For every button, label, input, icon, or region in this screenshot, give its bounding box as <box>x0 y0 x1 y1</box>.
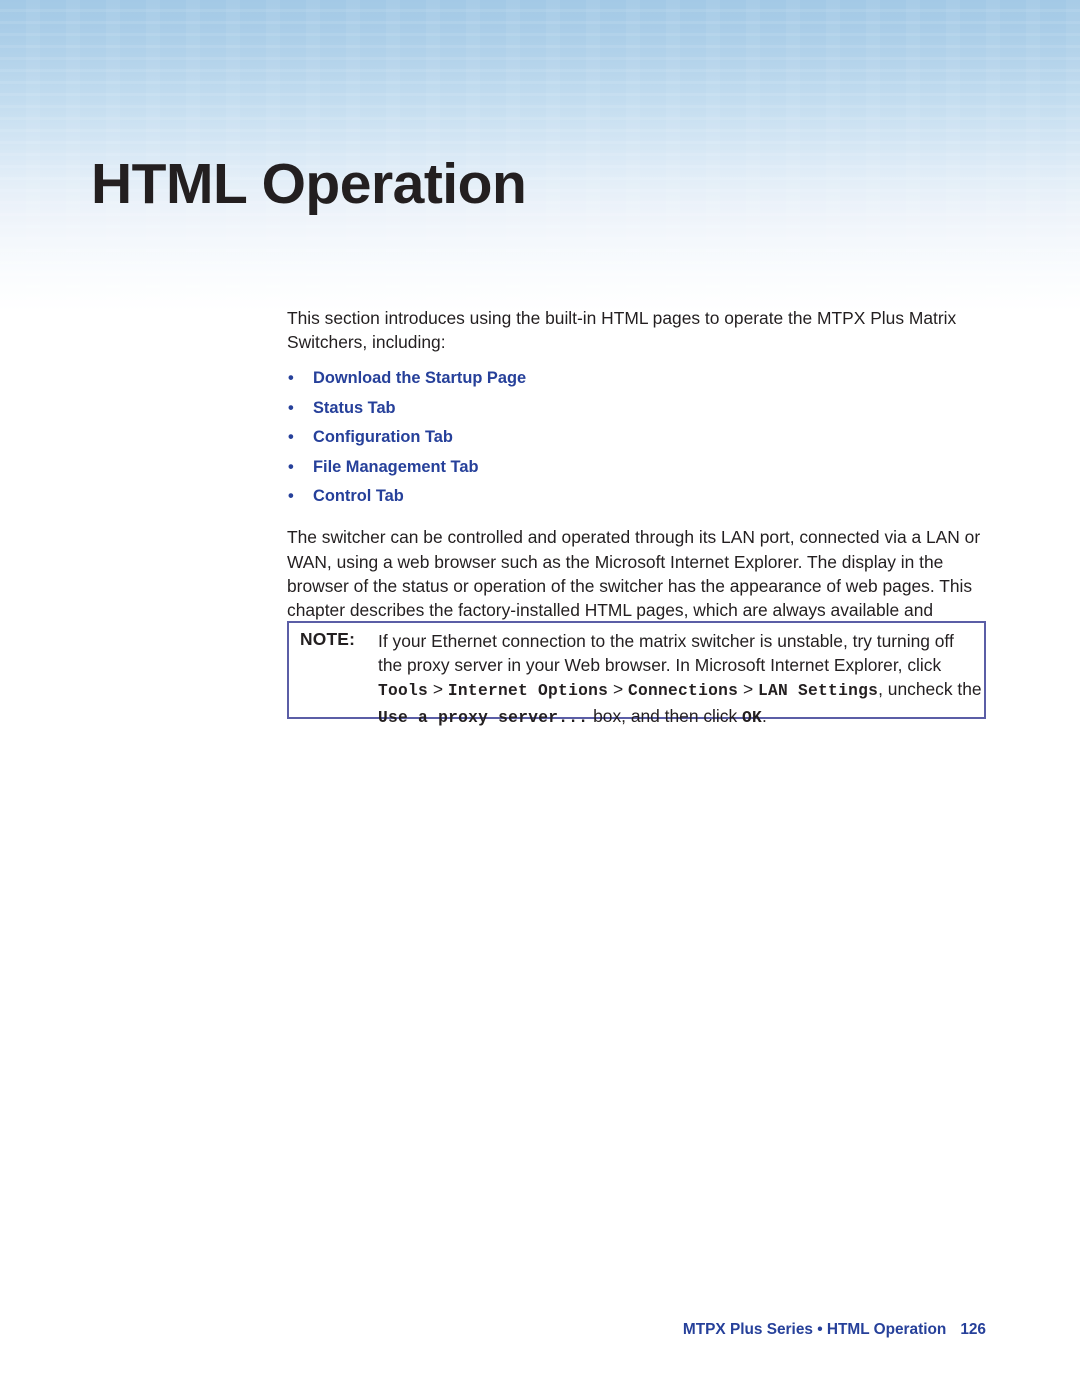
note-line-4: Use a proxy server... box, and then clic… <box>378 704 976 730</box>
list-item[interactable]: • File Management Tab <box>287 453 987 482</box>
note-line-4-middle: box, and then click <box>588 705 743 726</box>
note-line-2: the proxy server in your Web browser. In… <box>378 655 942 676</box>
path-separator: > <box>428 679 448 700</box>
note-line-1: If your Ethernet connection to the matri… <box>378 631 954 651</box>
bullet-label: Download the Startup Page <box>313 369 527 388</box>
path-separator: > <box>738 679 758 700</box>
path-separator: > <box>608 679 628 700</box>
list-item[interactable]: • Configuration Tab <box>287 423 987 452</box>
list-item[interactable]: • Control Tab <box>287 482 987 511</box>
bullet-dot-icon: • <box>288 457 294 476</box>
menu-path-lan-settings: LAN Settings <box>757 682 879 701</box>
topic-bullet-list: • Download the Startup Page • Status Tab… <box>287 364 987 511</box>
page-number: 126 <box>960 1321 986 1338</box>
menu-path-internet-options: Internet Options <box>447 682 609 701</box>
bullet-dot-icon: • <box>288 398 294 417</box>
bullet-label: Configuration Tab <box>313 428 453 447</box>
page-title: HTML Operation <box>91 152 527 217</box>
bullet-dot-icon: • <box>288 428 294 447</box>
menu-path-connections: Connections <box>627 682 739 701</box>
bullet-label: Control Tab <box>313 487 404 506</box>
bullet-label: Status Tab <box>313 398 396 417</box>
ok-button-label: OK <box>742 708 763 727</box>
page-footer: MTPX Plus Series • HTML Operation 126 <box>0 1321 986 1339</box>
note-callout-box: NOTE: If your Ethernet connection to the… <box>287 621 986 727</box>
note-line-4-end: . <box>762 705 767 726</box>
content-column: This section introduces using the built-… <box>287 306 987 646</box>
proxy-checkbox-label: Use a proxy server... <box>378 708 589 727</box>
intro-paragraph: This section introduces using the built-… <box>287 308 957 353</box>
bullet-label: File Management Tab <box>313 457 479 476</box>
note-line-3-tail: , uncheck the <box>878 679 982 700</box>
list-item[interactable]: • Download the Startup Page <box>287 364 987 393</box>
bullet-dot-icon: • <box>288 369 294 388</box>
list-item[interactable]: • Status Tab <box>287 394 987 423</box>
menu-path-tools: Tools <box>378 682 429 701</box>
bullet-dot-icon: • <box>288 487 294 506</box>
note-line-3: Tools > Internet Options > Connections >… <box>378 677 982 703</box>
footer-title: MTPX Plus Series • HTML Operation <box>682 1321 947 1338</box>
note-label: NOTE: <box>300 629 356 649</box>
note-body: If your Ethernet connection to the matri… <box>378 629 982 730</box>
